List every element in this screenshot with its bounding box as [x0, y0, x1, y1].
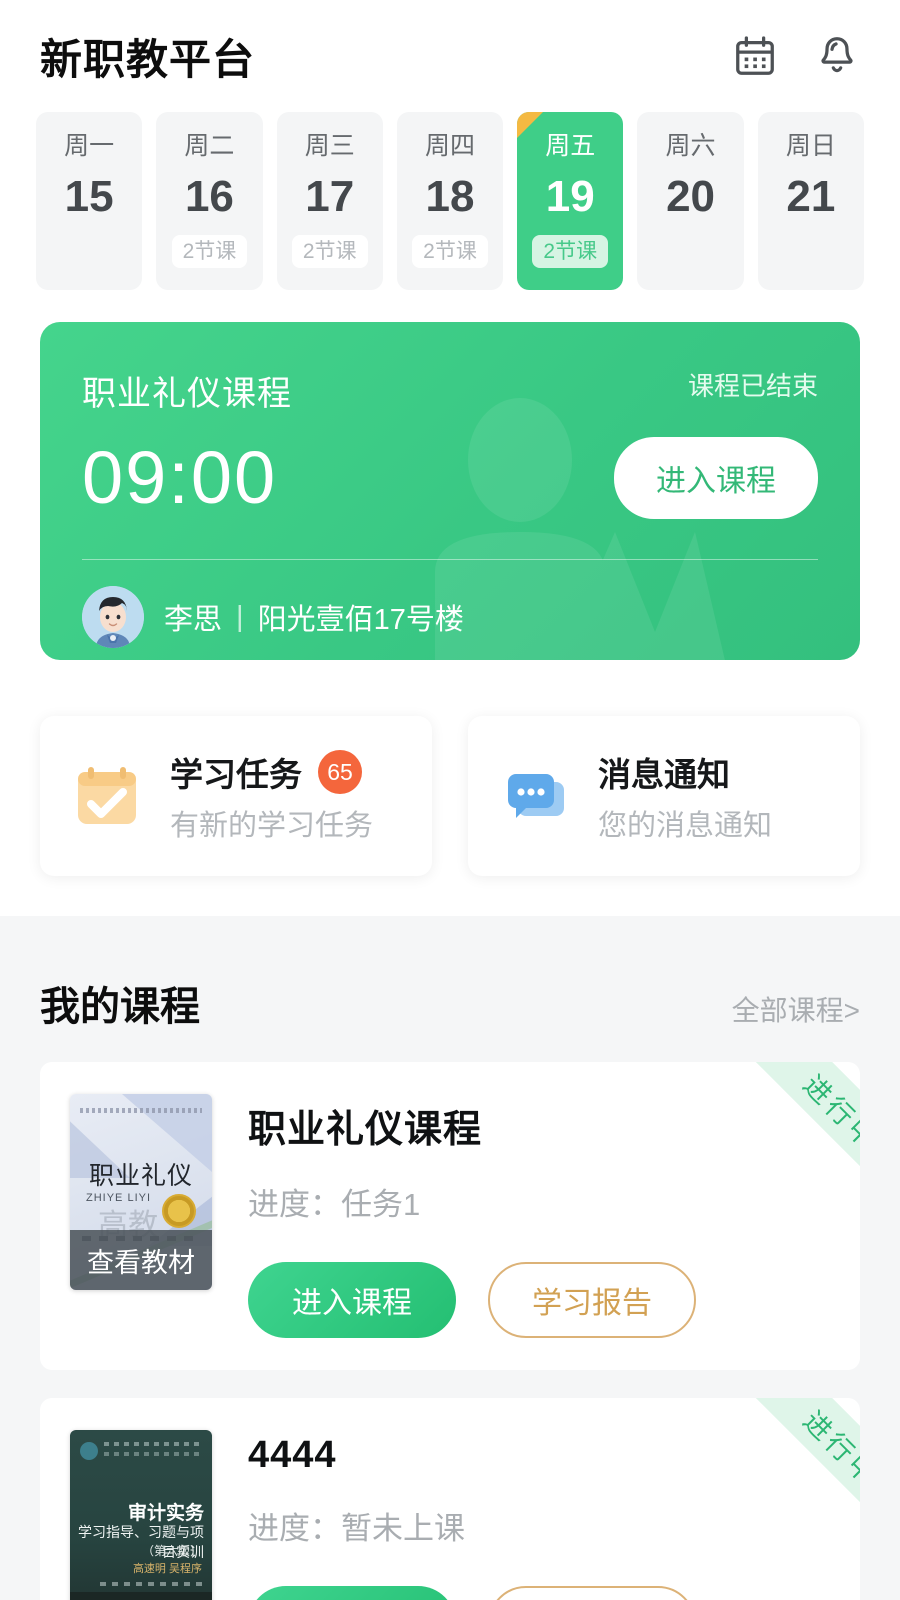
day-lesson-badge: 2节课 — [412, 235, 488, 269]
tile-title: 消息通知 — [598, 756, 730, 793]
cover-footer-band — [70, 1592, 212, 1600]
hero-divider — [82, 559, 818, 560]
hero-location: 阳光壹佰17号楼 — [257, 604, 464, 636]
day-flag-icon — [517, 112, 544, 138]
current-class-card[interactable]: 职业礼仪课程 课程已结束 09:00 进入课程 李思 | 阳光壹佰17号楼 — [40, 322, 860, 660]
tile-title-row: 学习任务 65 — [170, 748, 373, 796]
day-number: 21 — [786, 172, 836, 221]
day-name: 周四 — [424, 132, 475, 160]
task-checklist-icon — [64, 752, 152, 840]
course-progress: 进度：暂未上课 — [248, 1511, 465, 1546]
hero-teacher-name: 李思 — [164, 604, 223, 636]
book-cover-thumbnail[interactable]: 审计实务 学习指导、习题与项目实训 （第六版） 高速明 吴程序 — [70, 1430, 212, 1600]
tile-subtitle: 您的消息通知 — [598, 810, 773, 842]
day-card[interactable]: 周三 17 2节课 — [276, 112, 383, 290]
calendar-icon[interactable] — [732, 32, 778, 80]
view-textbook-button[interactable]: 查看教材 — [70, 1230, 212, 1290]
hero-meta-separator: | — [236, 600, 244, 633]
header-actions — [732, 32, 860, 80]
tile-title: 学习任务 — [170, 756, 302, 793]
page-title: 新职教平台 — [40, 35, 256, 83]
all-courses-link[interactable]: 全部课程> — [732, 989, 860, 1029]
day-name: 周五 — [545, 132, 596, 160]
day-number: 20 — [666, 172, 716, 221]
day-number: 19 — [545, 172, 595, 221]
status-badge: 65 — [318, 750, 362, 794]
course-progress: 进度：任务1 — [248, 1187, 421, 1222]
course-title: 4444 — [248, 1434, 337, 1476]
day-card[interactable]: 周一 15 — [36, 112, 143, 290]
course-card-body: 职业礼仪课程 进度：任务1 进入课程 学习报告 — [248, 1094, 830, 1338]
day-name: 周一 — [64, 132, 115, 160]
publisher-logo-icon — [80, 1442, 98, 1460]
book-cover-pinyin: ZHIYE LIYI — [86, 1192, 152, 1204]
book-cover-edition: （第六版） — [141, 1544, 202, 1558]
top-white-region: 新职教平台 周一 15 周二 16 2节课 周三 17 2节课 周四 18 2节… — [0, 0, 900, 916]
day-card[interactable]: 周四 18 2节课 — [396, 112, 504, 290]
hero-top-row: 职业礼仪课程 课程已结束 — [82, 366, 818, 415]
day-name: 周六 — [665, 132, 716, 160]
cover-authors-line: 高速明 吴程序 — [132, 1563, 202, 1575]
my-courses-section: 我的课程 全部课程> 进行中 高教 职业礼仪 ZHIYE LIYI 查看教材 职… — [0, 916, 900, 1600]
course-actions: 进入课程 学习报告 — [248, 1262, 830, 1338]
bell-icon[interactable] — [814, 32, 860, 80]
day-lesson-badge: 2节课 — [171, 235, 248, 269]
message-bubble-icon — [492, 752, 580, 840]
day-name: 周日 — [785, 132, 836, 160]
hero-status-text: 课程已结束 — [687, 371, 818, 401]
book-cover-thumbnail[interactable]: 高教 职业礼仪 ZHIYE LIYI 查看教材 — [70, 1094, 212, 1290]
cover-seal-icon — [162, 1194, 196, 1228]
tile-study-tasks-text: 学习任务 65 有新的学习任务 — [170, 748, 373, 844]
course-card[interactable]: 进行中 高教 职业礼仪 ZHIYE LIYI 查看教材 职业礼仪课程 进度：任务… — [40, 1062, 860, 1370]
app-header: 新职教平台 — [0, 0, 900, 112]
study-report-button[interactable]: 学习报告 — [488, 1262, 696, 1338]
day-card[interactable]: 周日 21 — [757, 112, 864, 290]
hero-course-name: 职业礼仪课程 — [82, 375, 292, 413]
course-actions: 进入课程 学习报告 — [248, 1586, 830, 1600]
day-lesson-badge: 2节课 — [291, 235, 368, 269]
tile-study-tasks[interactable]: 学习任务 65 有新的学习任务 — [40, 716, 432, 876]
tile-messages[interactable]: 消息通知 您的消息通知 — [468, 716, 860, 876]
day-number: 17 — [305, 172, 355, 221]
hero-middle-row: 09:00 进入课程 — [82, 437, 818, 519]
hero-teacher-meta: 李思 | 阳光壹佰17号楼 — [164, 596, 464, 638]
avatar — [82, 586, 144, 648]
day-number: 15 — [64, 172, 114, 221]
tile-title-row: 消息通知 — [598, 748, 772, 796]
day-number: 18 — [425, 172, 475, 221]
day-number: 16 — [184, 172, 234, 221]
day-card[interactable]: 周二 16 2节课 — [156, 112, 263, 290]
cover-publisher-line — [100, 1582, 202, 1586]
day-lesson-badge: 2节课 — [532, 235, 609, 269]
section-title: 我的课程 — [40, 985, 200, 1029]
quick-action-tiles: 学习任务 65 有新的学习任务 消息通知 您的消息通知 — [0, 660, 900, 876]
day-card[interactable]: 周六 20 — [637, 112, 744, 290]
course-card-body: 4444 进度：暂未上课 进入课程 学习报告 — [248, 1430, 830, 1600]
enter-course-button[interactable]: 进入课程 — [248, 1262, 456, 1338]
course-card[interactable]: 进行中 审计实务 学习指导、习题与项目实训 （第六版） 高速明 吴程序 4444… — [40, 1398, 860, 1600]
day-name: 周三 — [304, 132, 355, 160]
book-cover-title: 职业礼仪 — [88, 1162, 193, 1190]
cover-microtext — [104, 1442, 202, 1446]
day-card-selected[interactable]: 周五 19 2节课 — [517, 112, 624, 290]
study-report-button[interactable]: 学习报告 — [488, 1586, 696, 1600]
section-header: 我的课程 全部课程> — [0, 916, 900, 1062]
cover-microtext — [104, 1452, 202, 1456]
course-title: 职业礼仪课程 — [248, 1109, 483, 1151]
enter-course-button[interactable]: 进入课程 — [248, 1586, 456, 1600]
book-cover-title: 审计实务 — [127, 1503, 204, 1524]
tile-messages-text: 消息通知 您的消息通知 — [598, 748, 772, 844]
app-root: 新职教平台 周一 15 周二 16 2节课 周三 17 2节课 周四 18 2节… — [0, 0, 900, 1600]
hero-enter-course-button[interactable]: 进入课程 — [614, 437, 818, 519]
cover-microtext — [80, 1108, 202, 1113]
hero-class-time: 09:00 — [82, 436, 278, 519]
week-strip: 周一 15 周二 16 2节课 周三 17 2节课 周四 18 2节课 周五 1… — [0, 112, 900, 290]
day-name: 周二 — [184, 132, 235, 160]
hero-teacher-row: 李思 | 阳光壹佰17号楼 — [82, 586, 818, 648]
hero-card-wrapper: 职业礼仪课程 课程已结束 09:00 进入课程 李思 | 阳光壹佰17号楼 — [0, 290, 900, 660]
tile-subtitle: 有新的学习任务 — [170, 810, 374, 842]
